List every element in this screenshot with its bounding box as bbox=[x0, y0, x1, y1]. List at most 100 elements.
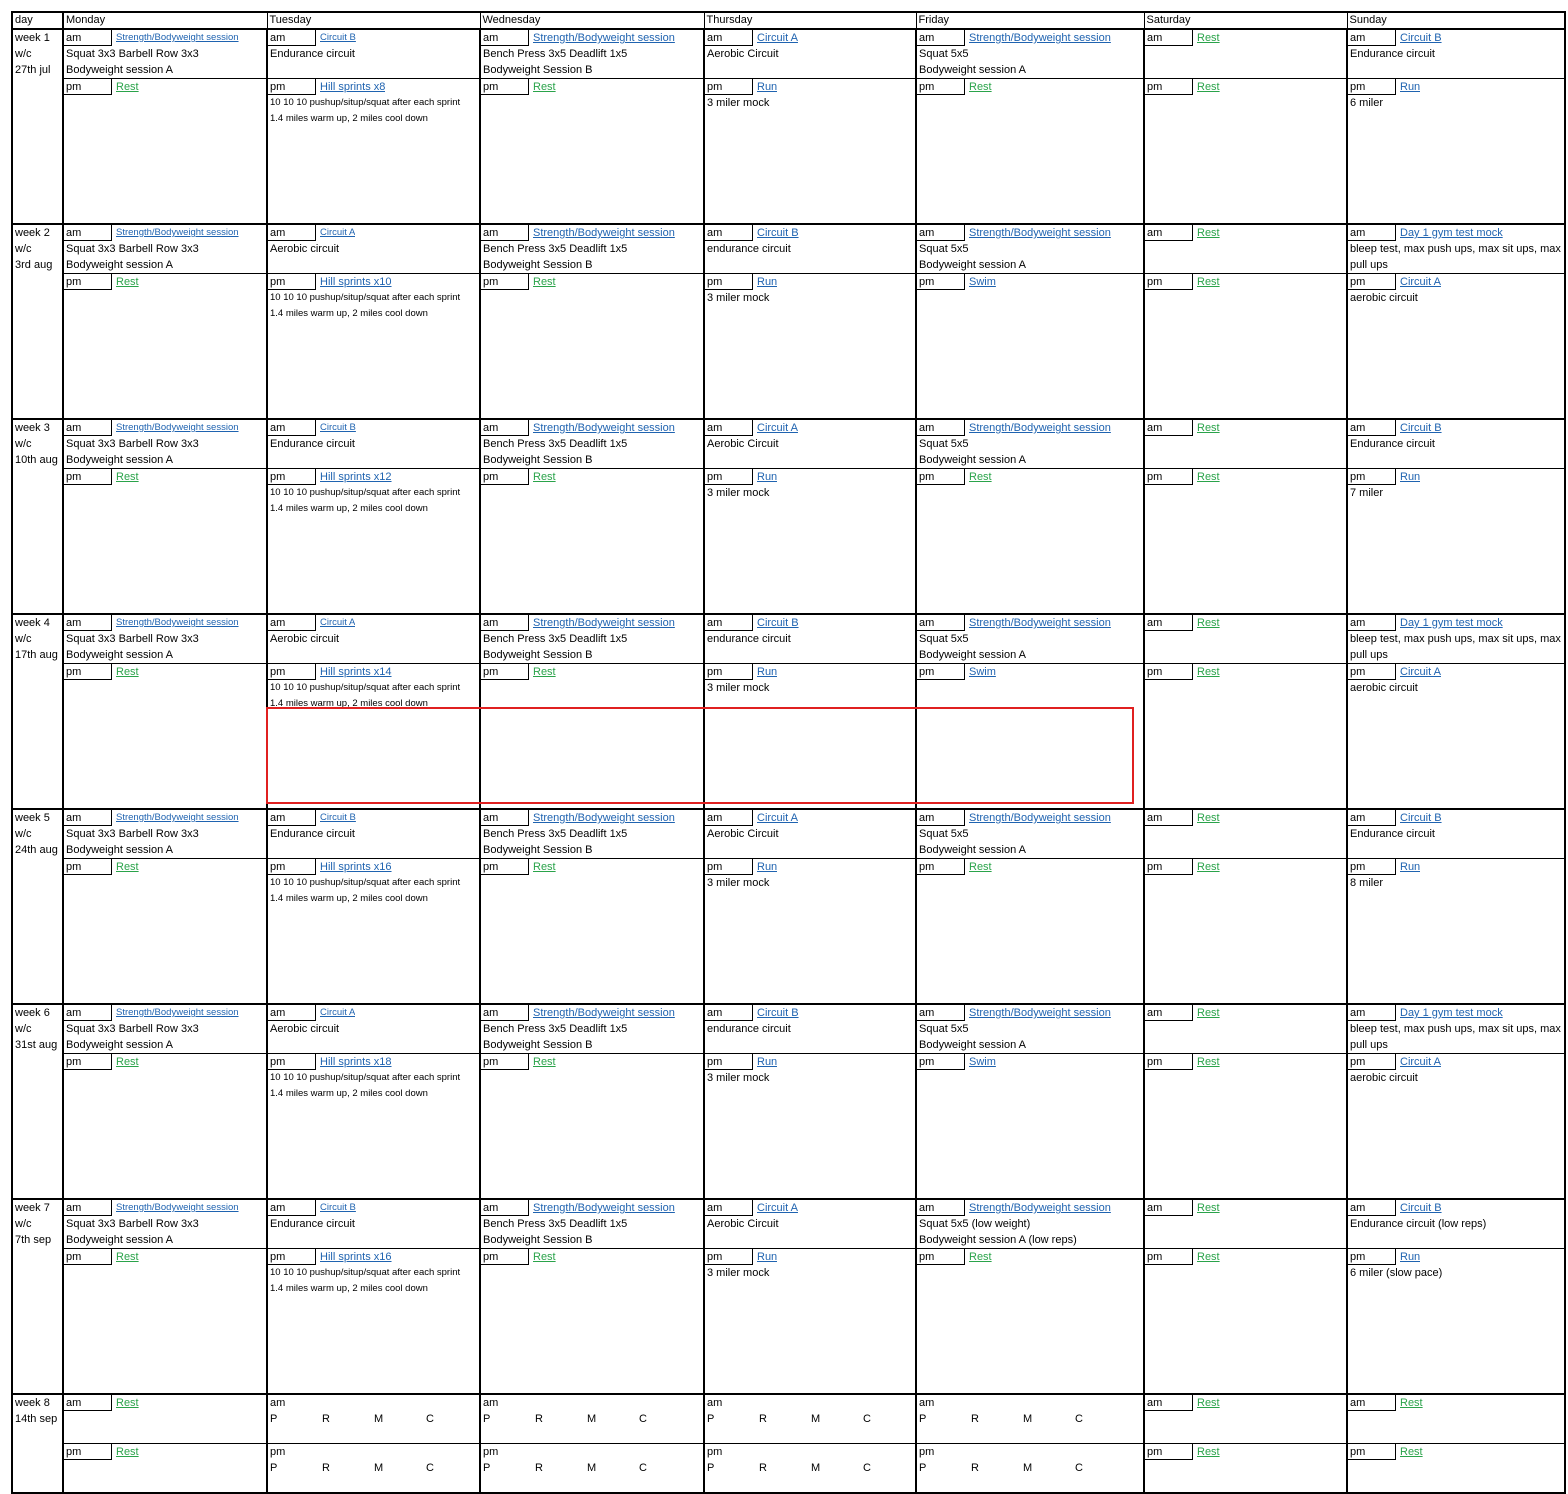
activity-link[interactable]: Hill sprints x16 bbox=[316, 859, 392, 875]
activity-link[interactable]: Circuit B bbox=[1396, 1201, 1442, 1216]
activity-link[interactable]: Strength/Bodyweight session bbox=[529, 1006, 675, 1021]
activity-link[interactable]: Circuit B bbox=[753, 616, 799, 631]
activity-link[interactable]: Circuit B bbox=[1396, 421, 1442, 436]
activity-link[interactable]: Hill sprints x8 bbox=[316, 79, 385, 95]
activity-link[interactable]: Run bbox=[753, 274, 777, 290]
activity-link[interactable]: Circuit A bbox=[753, 1201, 798, 1216]
activity-link[interactable]: Rest bbox=[1193, 1006, 1220, 1021]
activity-link[interactable]: Rest bbox=[965, 1249, 992, 1265]
activity-link[interactable]: Rest bbox=[1396, 1444, 1423, 1460]
activity-link[interactable]: Day 1 gym test mock bbox=[1396, 616, 1503, 631]
activity-link[interactable]: Run bbox=[753, 859, 777, 875]
activity-link[interactable]: Strength/Bodyweight session bbox=[965, 616, 1111, 631]
activity-link[interactable]: Run bbox=[753, 664, 777, 680]
activity-link[interactable]: Rest bbox=[965, 859, 992, 875]
activity-link[interactable]: Strength/Bodyweight session bbox=[112, 811, 239, 826]
activity-link[interactable]: Circuit B bbox=[1396, 811, 1442, 826]
activity-link[interactable]: Circuit B bbox=[753, 226, 799, 241]
activity-link[interactable]: Strength/Bodyweight session bbox=[529, 421, 675, 436]
activity-link[interactable]: Rest bbox=[1193, 79, 1220, 95]
activity-link[interactable]: Hill sprints x10 bbox=[316, 274, 392, 290]
activity-link[interactable]: Rest bbox=[1193, 1444, 1220, 1460]
activity-link[interactable]: Strength/Bodyweight session bbox=[529, 811, 675, 826]
activity-link[interactable]: Circuit B bbox=[316, 811, 356, 826]
activity-link[interactable]: Circuit A bbox=[753, 811, 798, 826]
activity-link[interactable]: Circuit A bbox=[1396, 274, 1441, 290]
activity-link[interactable]: Strength/Bodyweight session bbox=[529, 226, 675, 241]
activity-link[interactable]: Rest bbox=[1193, 664, 1220, 680]
activity-link[interactable]: Strength/Bodyweight session bbox=[529, 1201, 675, 1216]
activity-link[interactable]: Rest bbox=[529, 859, 556, 875]
activity-link[interactable]: Rest bbox=[1193, 616, 1220, 631]
activity-link[interactable]: Circuit A bbox=[753, 421, 798, 436]
activity-link[interactable]: Rest bbox=[1193, 31, 1220, 46]
activity-link[interactable]: Rest bbox=[529, 274, 556, 290]
activity-link[interactable]: Strength/Bodyweight session bbox=[112, 616, 239, 631]
activity-link[interactable]: Run bbox=[1396, 79, 1420, 95]
activity-link[interactable]: Rest bbox=[1193, 811, 1220, 826]
activity-link[interactable]: Rest bbox=[112, 664, 139, 680]
activity-link[interactable]: Run bbox=[753, 1249, 777, 1265]
activity-link[interactable]: Rest bbox=[529, 79, 556, 95]
activity-link[interactable]: Circuit B bbox=[316, 31, 356, 46]
activity-link[interactable]: Rest bbox=[965, 79, 992, 95]
activity-link[interactable]: Circuit B bbox=[753, 1006, 799, 1021]
activity-link[interactable]: Strength/Bodyweight session bbox=[112, 226, 239, 241]
activity-link[interactable]: Rest bbox=[112, 859, 139, 875]
activity-link[interactable]: Strength/Bodyweight session bbox=[965, 1006, 1111, 1021]
activity-link[interactable]: Circuit A bbox=[1396, 664, 1441, 680]
activity-link[interactable]: Strength/Bodyweight session bbox=[965, 421, 1111, 436]
activity-link[interactable]: Rest bbox=[529, 469, 556, 485]
activity-link[interactable]: Run bbox=[1396, 859, 1420, 875]
activity-link[interactable]: Circuit B bbox=[1396, 31, 1442, 46]
activity-link[interactable]: Rest bbox=[112, 469, 139, 485]
activity-link[interactable]: Day 1 gym test mock bbox=[1396, 226, 1503, 241]
activity-link[interactable]: Strength/Bodyweight session bbox=[965, 811, 1111, 826]
activity-link[interactable]: Rest bbox=[1193, 226, 1220, 241]
activity-link[interactable]: Circuit A bbox=[1396, 1054, 1441, 1070]
activity-link[interactable]: Hill sprints x12 bbox=[316, 469, 392, 485]
activity-link[interactable]: Hill sprints x16 bbox=[316, 1249, 392, 1265]
activity-link[interactable]: Rest bbox=[1193, 1396, 1220, 1411]
activity-link[interactable]: Rest bbox=[965, 469, 992, 485]
activity-link[interactable]: Run bbox=[753, 469, 777, 485]
activity-link[interactable]: Circuit B bbox=[316, 421, 356, 436]
activity-link[interactable]: Circuit A bbox=[316, 1006, 355, 1021]
activity-link[interactable]: Circuit B bbox=[316, 1201, 356, 1216]
activity-link[interactable]: Rest bbox=[112, 274, 139, 290]
activity-link[interactable]: Run bbox=[753, 1054, 777, 1070]
activity-link[interactable]: Circuit A bbox=[316, 616, 355, 631]
activity-link[interactable]: Strength/Bodyweight session bbox=[112, 1201, 239, 1216]
activity-link[interactable]: Rest bbox=[1193, 274, 1220, 290]
activity-link[interactable]: Strength/Bodyweight session bbox=[965, 226, 1111, 241]
activity-link[interactable]: Rest bbox=[529, 1054, 556, 1070]
activity-link[interactable]: Strength/Bodyweight session bbox=[529, 616, 675, 631]
activity-link[interactable]: Swim bbox=[965, 1054, 996, 1070]
activity-link[interactable]: Rest bbox=[1193, 421, 1220, 436]
activity-link[interactable]: Run bbox=[753, 79, 777, 95]
activity-link[interactable]: Strength/Bodyweight session bbox=[112, 1006, 239, 1021]
activity-link[interactable]: Rest bbox=[112, 1249, 139, 1265]
activity-link[interactable]: Run bbox=[1396, 469, 1420, 485]
activity-link[interactable]: Rest bbox=[112, 79, 139, 95]
activity-link[interactable]: Rest bbox=[1193, 859, 1220, 875]
activity-link[interactable]: Strength/Bodyweight session bbox=[965, 1201, 1111, 1216]
activity-link[interactable]: Rest bbox=[1193, 1054, 1220, 1070]
activity-link[interactable]: Swim bbox=[965, 664, 996, 680]
activity-link[interactable]: Rest bbox=[1193, 1201, 1220, 1216]
activity-link[interactable]: Strength/Bodyweight session bbox=[965, 31, 1111, 46]
activity-link[interactable]: Rest bbox=[529, 1249, 556, 1265]
activity-link[interactable]: Swim bbox=[965, 274, 996, 290]
activity-link[interactable]: Rest bbox=[112, 1054, 139, 1070]
activity-link[interactable]: Strength/Bodyweight session bbox=[529, 31, 675, 46]
activity-link[interactable]: Rest bbox=[112, 1444, 139, 1460]
activity-link[interactable]: Run bbox=[1396, 1249, 1420, 1265]
activity-link[interactable]: Circuit A bbox=[316, 226, 355, 241]
activity-link[interactable]: Strength/Bodyweight session bbox=[112, 31, 239, 46]
activity-link[interactable]: Rest bbox=[112, 1396, 139, 1411]
activity-link[interactable]: Rest bbox=[1396, 1396, 1423, 1411]
activity-link[interactable]: Hill sprints x14 bbox=[316, 664, 392, 680]
activity-link[interactable]: Day 1 gym test mock bbox=[1396, 1006, 1503, 1021]
activity-link[interactable]: Rest bbox=[1193, 1249, 1220, 1265]
activity-link[interactable]: Hill sprints x18 bbox=[316, 1054, 392, 1070]
